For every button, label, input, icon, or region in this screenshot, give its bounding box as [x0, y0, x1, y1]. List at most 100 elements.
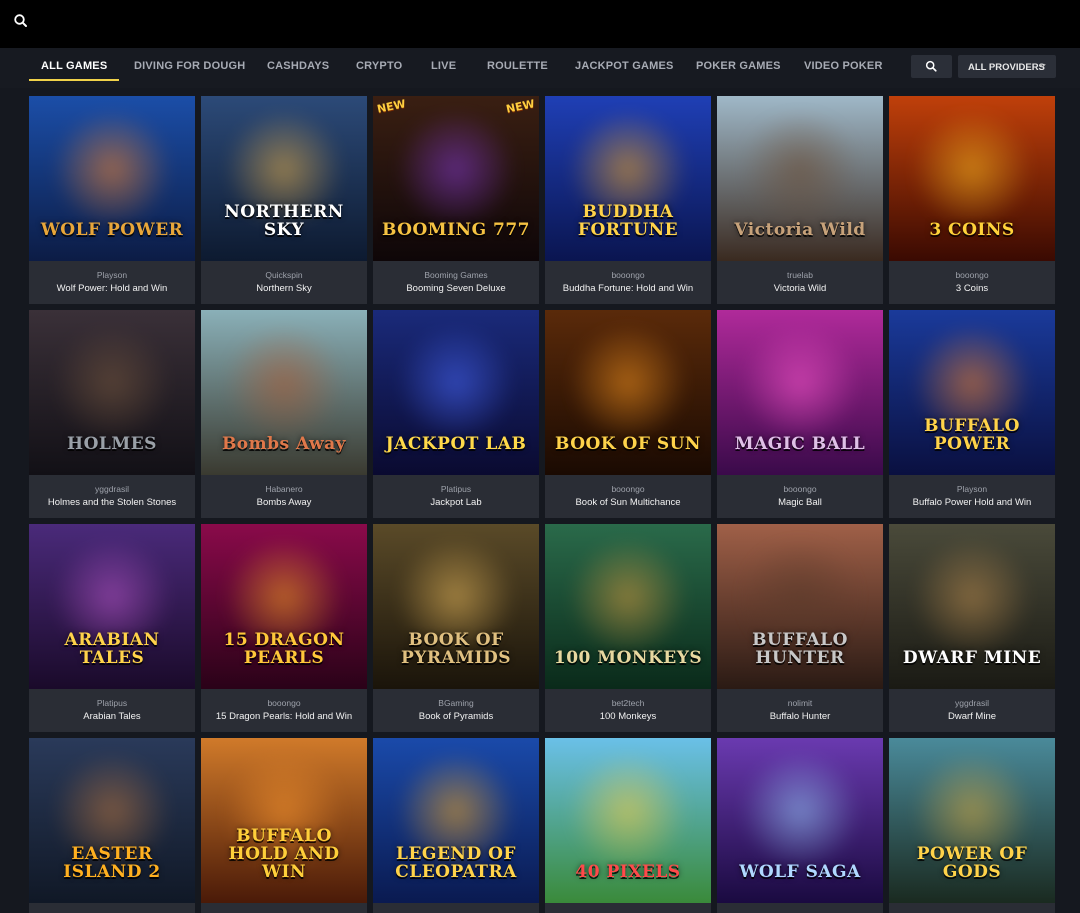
game-thumbnail[interactable]: EASTER ISLAND 2 [29, 738, 195, 903]
game-thumbnail[interactable]: WOLF POWER [29, 96, 195, 261]
game-title[interactable]: Bombs Away [201, 497, 367, 508]
game-title[interactable]: 3 Coins [889, 283, 1055, 294]
game-thumbnail[interactable]: 3 COINS [889, 96, 1055, 261]
game-title[interactable]: Northern Sky [201, 283, 367, 294]
game-card[interactable]: BUFFALO POWER Playson Buffalo Power Hold a… [889, 310, 1055, 518]
game-title[interactable]: 100 Monkeys [545, 711, 711, 722]
game-art-glow [219, 328, 349, 438]
game-thumbnail[interactable]: 15 DRAGON PEARLS [201, 524, 367, 689]
game-provider: booongo [955, 270, 989, 280]
game-thumbnail[interactable]: LEGEND OF CLEOPATRA [373, 738, 539, 903]
game-thumbnail[interactable]: BUFFALO HOLD AND WIN [201, 738, 367, 903]
game-card[interactable]: 3 COINS booongo 3 Coins [889, 96, 1055, 304]
game-thumbnail[interactable]: NORTHERN SKY [201, 96, 367, 261]
game-card[interactable]: BOOMING 777 NEW NEW Booming Games Booming Se… [373, 96, 539, 304]
game-card[interactable]: DWARF MINE yggdrasil Dwarf Mine [889, 524, 1055, 732]
game-title[interactable]: Booming Seven Deluxe [373, 283, 539, 294]
game-provider: yggdrasil [954, 698, 990, 708]
game-card[interactable]: Victoria Wild truelab Victoria Wild [717, 96, 883, 304]
game-thumbnail[interactable]: Bombs Away [201, 310, 367, 475]
game-title[interactable]: Magic Ball [717, 497, 883, 508]
game-art-glow [735, 328, 865, 438]
game-card[interactable]: LEGEND OF CLEOPATRA [373, 738, 539, 913]
game-thumbnail[interactable]: BUFFALO HUNTER [717, 524, 883, 689]
game-card[interactable]: BOOK OF PYRAMIDS BGaming Book of Pyramids [373, 524, 539, 732]
game-provider: booongo [783, 484, 817, 494]
game-art-glow [47, 114, 177, 224]
game-card[interactable]: WOLF SAGA [717, 738, 883, 913]
game-provider: Platipus [440, 484, 472, 494]
game-card[interactable]: ARABIAN TALES Platipus Arabian Tales [29, 524, 195, 732]
game-logo-text: MAGIC BALL [734, 434, 866, 454]
game-provider: booongo [611, 270, 645, 280]
game-logo-text: POWER OF GODS [916, 844, 1028, 882]
game-logo-text: WOLF POWER [40, 220, 184, 240]
game-thumbnail[interactable]: ARABIAN TALES [29, 524, 195, 689]
game-logo-text: BUFFALO HUNTER [752, 630, 848, 668]
game-search-button[interactable] [911, 55, 952, 78]
game-title[interactable]: Book of Sun Multichance [545, 497, 711, 508]
game-thumbnail[interactable]: WOLF SAGA [717, 738, 883, 903]
tab-live[interactable]: LIVE [431, 60, 456, 72]
game-title[interactable]: Buffalo Hunter [717, 711, 883, 722]
game-title[interactable]: Holmes and the Stolen Stones [29, 497, 195, 508]
game-card[interactable]: BOOK OF SUN booongo Book of Sun Multichanc… [545, 310, 711, 518]
game-provider: Booming Games [424, 270, 488, 280]
game-card[interactable]: 100 MONKEYS bet2tech 100 Monkeys [545, 524, 711, 732]
game-logo-text: BOOK OF SUN [555, 434, 701, 454]
game-card[interactable]: 40 PIXELS [545, 738, 711, 913]
game-thumbnail[interactable]: BOOMING 777 NEW NEW [373, 96, 539, 261]
game-thumbnail[interactable]: BOOK OF PYRAMIDS [373, 524, 539, 689]
game-logo-text: HOLMES [67, 434, 157, 454]
game-title[interactable]: Victoria Wild [717, 283, 883, 294]
game-title[interactable]: Wolf Power: Hold and Win [29, 283, 195, 294]
game-title[interactable]: Jackpot Lab [373, 497, 539, 508]
tab-crypto[interactable]: CRYPTO [356, 60, 402, 72]
game-title[interactable]: Buffalo Power Hold and Win [889, 497, 1055, 508]
tab-all-games[interactable]: ALL GAMES [28, 60, 120, 81]
game-title[interactable]: Buddha Fortune: Hold and Win [545, 283, 711, 294]
game-thumbnail[interactable]: HOLMES [29, 310, 195, 475]
game-thumbnail[interactable]: BUFFALO POWER [889, 310, 1055, 475]
tab-video-poker[interactable]: VIDEO POKER [804, 60, 883, 72]
game-title[interactable]: Book of Pyramids [373, 711, 539, 722]
game-card[interactable]: HOLMES yggdrasil Holmes and the Stolen Sto… [29, 310, 195, 518]
game-thumbnail[interactable]: BOOK OF SUN [545, 310, 711, 475]
game-card[interactable]: EASTER ISLAND 2 [29, 738, 195, 913]
game-card[interactable]: JACKPOT LAB Platipus Jackpot Lab [373, 310, 539, 518]
game-provider: nolimit [787, 698, 813, 708]
game-thumbnail[interactable]: JACKPOT LAB [373, 310, 539, 475]
tab-diving-for-dough[interactable]: DIVING FOR DOUGH [134, 60, 245, 72]
game-thumbnail[interactable]: 40 PIXELS [545, 738, 711, 903]
game-thumbnail[interactable]: 100 MONKEYS [545, 524, 711, 689]
game-card[interactable]: 15 DRAGON PEARLS booongo 15 Dragon Pearls:… [201, 524, 367, 732]
game-card[interactable]: Bombs Away Habanero Bombs Away [201, 310, 367, 518]
game-card[interactable]: MAGIC BALL booongo Magic Ball [717, 310, 883, 518]
game-card[interactable]: BUFFALO HOLD AND WIN [201, 738, 367, 913]
search-icon[interactable] [13, 13, 29, 29]
game-thumbnail[interactable]: DWARF MINE [889, 524, 1055, 689]
tab-poker-games[interactable]: POKER GAMES [696, 60, 781, 72]
game-card[interactable]: WOLF POWER Playson Wolf Power: Hold and Wi… [29, 96, 195, 304]
game-thumbnail[interactable]: MAGIC BALL [717, 310, 883, 475]
game-card[interactable]: BUDDHA FORTUNE booongo Buddha Fortune: Hol… [545, 96, 711, 304]
game-card[interactable]: POWER OF GODS [889, 738, 1055, 913]
game-card[interactable]: BUFFALO HUNTER nolimit Buffalo Hunter [717, 524, 883, 732]
game-thumbnail[interactable]: Victoria Wild [717, 96, 883, 261]
game-provider: bet2tech [611, 698, 645, 708]
game-logo-text: BUFFALO HOLD AND WIN [228, 826, 340, 882]
providers-dropdown[interactable]: ALL PROVIDERS [958, 55, 1056, 78]
top-bar [0, 0, 1080, 48]
tab-roulette[interactable]: ROULETTE [487, 60, 548, 72]
game-logo-text: JACKPOT LAB [385, 434, 527, 454]
game-title[interactable]: Arabian Tales [29, 711, 195, 722]
game-thumbnail[interactable]: POWER OF GODS [889, 738, 1055, 903]
game-title[interactable]: Dwarf Mine [889, 711, 1055, 722]
tab-jackpot-games[interactable]: JACKPOT GAMES [575, 60, 674, 72]
game-provider: Playson [96, 270, 128, 280]
game-thumbnail[interactable]: BUDDHA FORTUNE [545, 96, 711, 261]
game-title[interactable]: 15 Dragon Pearls: Hold and Win [201, 711, 367, 722]
tab-cashdays[interactable]: CASHDAYS [267, 60, 329, 72]
game-card[interactable]: NORTHERN SKY Quickspin Northern Sky [201, 96, 367, 304]
game-logo-text: DWARF MINE [902, 648, 1042, 668]
